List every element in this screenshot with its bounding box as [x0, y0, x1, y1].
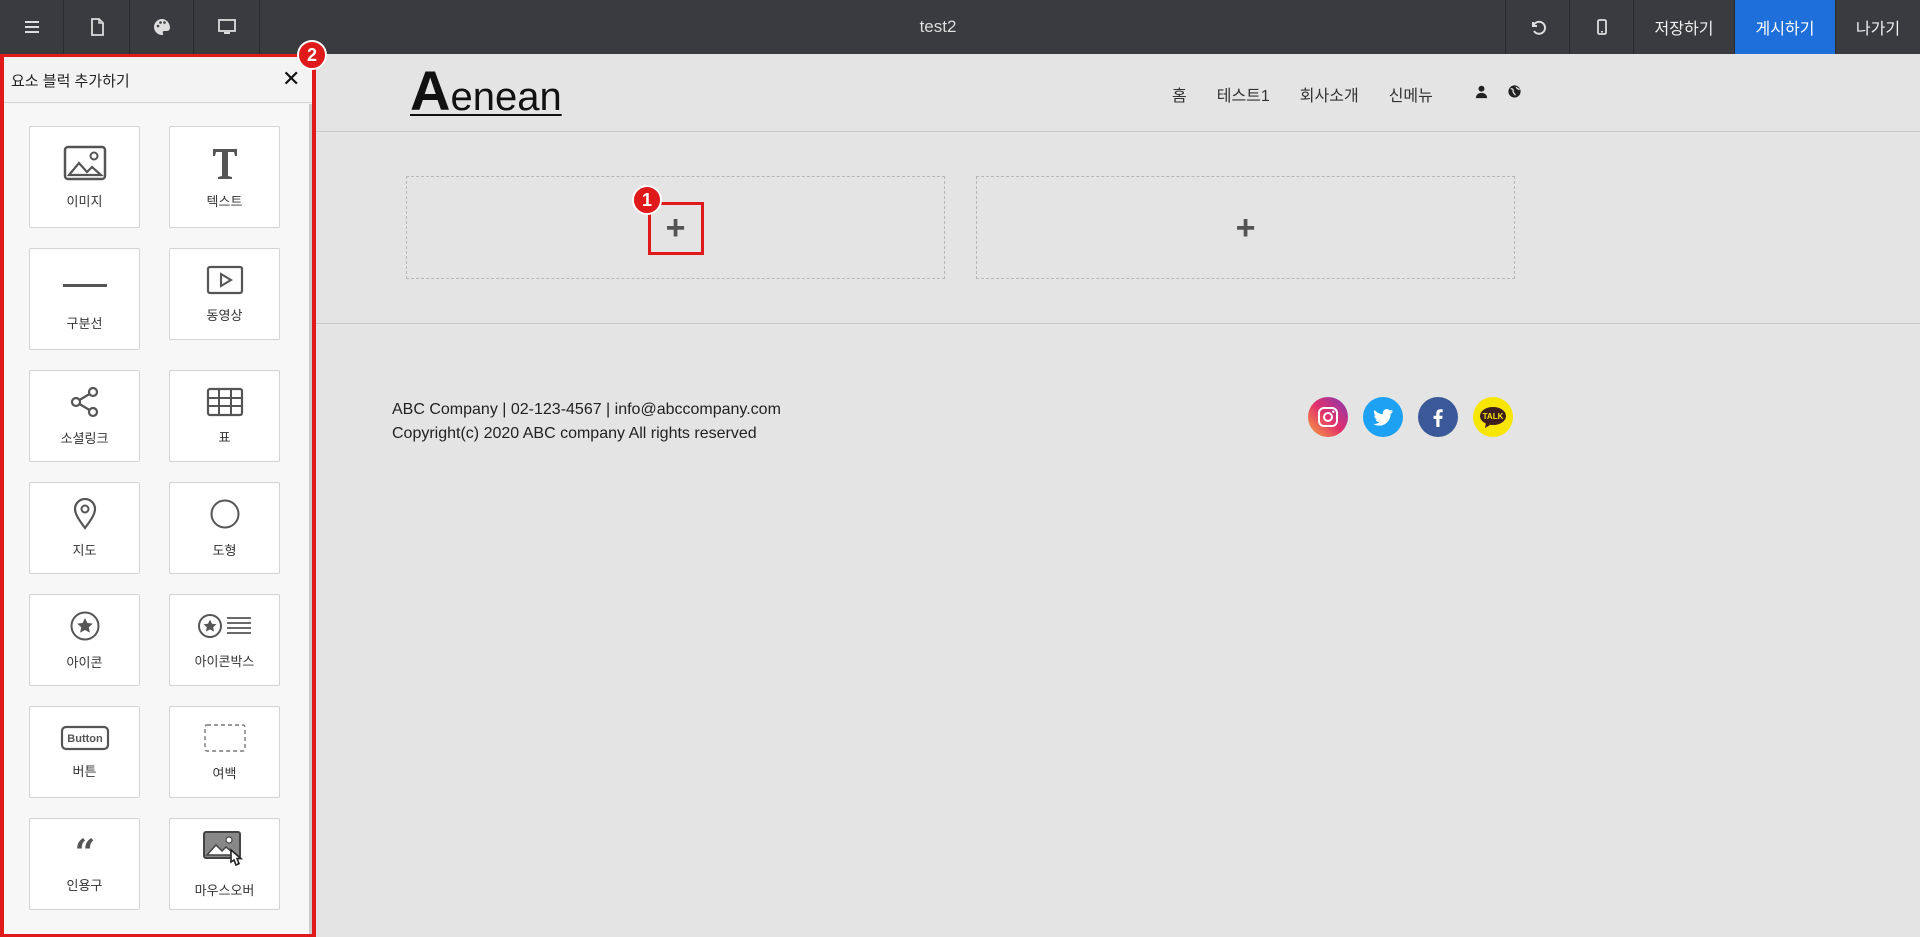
block-tile-divider[interactable]: 구분선 — [29, 248, 140, 350]
svg-text:TALK: TALK — [1483, 412, 1504, 421]
block-tile-table[interactable]: 표 — [169, 370, 280, 462]
block-tile-mouseover[interactable]: 마우스오버 — [169, 818, 280, 910]
facebook-glyph — [1433, 409, 1443, 427]
logo-text: enean — [450, 75, 562, 119]
text-icon — [212, 148, 237, 179]
tile-label: 인용구 — [66, 877, 103, 893]
instagram-icon[interactable] — [1308, 397, 1348, 437]
instagram-glyph — [1318, 407, 1338, 427]
logo-initial: A — [410, 59, 451, 122]
button-icon: Button — [60, 725, 109, 750]
star-icon — [70, 611, 99, 640]
undo-icon — [1531, 20, 1546, 35]
globe-icon[interactable] — [1507, 84, 1522, 99]
nav-item-new-menu[interactable]: 신메뉴 — [1389, 82, 1433, 106]
block-tile-button[interactable]: Button 버튼 — [29, 706, 140, 798]
kakaotalk-glyph: TALK — [1480, 407, 1506, 428]
menu-button[interactable] — [0, 0, 64, 54]
svg-text:“: “ — [74, 835, 95, 865]
add-block-panel: 요소 블럭 추가하기 ✕ 이미지 텍스트 구분선 동영상 소셜링크 표 지도 도… — [0, 54, 316, 937]
tile-label: 동영상 — [206, 307, 243, 323]
close-icon[interactable]: ✕ — [282, 68, 300, 90]
block-tile-icon[interactable]: 아이콘 — [29, 594, 140, 686]
panel-title: 요소 블럭 추가하기 — [11, 73, 130, 90]
footer-copyright: Copyright(c) 2020 ABC company All rights… — [392, 425, 757, 442]
twitter-glyph — [1373, 409, 1393, 426]
footer-contact: ABC Company | 02-123-4567 | info@abccomp… — [392, 401, 781, 418]
tile-label: 소셜링크 — [60, 430, 109, 446]
undo-button[interactable] — [1505, 0, 1569, 54]
map-pin-icon — [73, 497, 96, 530]
tile-label: 구분선 — [66, 315, 103, 331]
tile-label: 마우스오버 — [194, 882, 255, 898]
twitter-icon[interactable] — [1363, 397, 1403, 437]
page-icon — [90, 18, 104, 36]
panel-header: 요소 블럭 추가하기 ✕ — [4, 57, 312, 103]
top-toolbar: test2 저장하기 게시하기 나가기 — [0, 0, 1920, 54]
nav-item-test1[interactable]: 테스트1 — [1217, 82, 1270, 106]
empty-block-slot-right[interactable]: + — [976, 176, 1515, 279]
facebook-icon[interactable] — [1418, 397, 1458, 437]
video-icon — [206, 265, 243, 294]
menu-icon — [24, 21, 39, 33]
quote-icon: “ — [74, 835, 95, 865]
tile-label: 텍스트 — [206, 193, 243, 209]
block-tile-icon-box[interactable]: 아이콘박스 — [169, 594, 280, 686]
nav-icons — [1474, 84, 1522, 99]
palette-icon — [153, 19, 170, 35]
block-tile-map[interactable]: 지도 — [29, 482, 140, 574]
mouseover-icon — [202, 830, 243, 866]
tile-label: 표 — [218, 429, 231, 445]
table-icon — [206, 387, 243, 416]
site-footer: ABC Company | 02-123-4567 | info@abccomp… — [392, 398, 781, 446]
annotation-marker-2: 2 — [297, 40, 327, 70]
mobile-view-button[interactable] — [1569, 0, 1633, 54]
nav-item-home[interactable]: 홈 — [1172, 82, 1187, 106]
spacer-icon — [203, 723, 246, 752]
tile-label: 여백 — [212, 765, 237, 781]
desktop-icon — [217, 19, 236, 34]
tile-label: 아이콘 — [66, 654, 103, 670]
image-icon — [63, 145, 106, 180]
annotation-marker-1: 1 — [632, 185, 662, 215]
site-header: Aenean 홈 테스트1 회사소개 신메뉴 — [316, 54, 1920, 132]
kakaotalk-icon[interactable]: TALK — [1473, 397, 1513, 437]
svg-text:Button: Button — [67, 733, 103, 745]
theme-button[interactable] — [130, 0, 194, 54]
share-icon — [70, 386, 98, 417]
save-button[interactable]: 저장하기 — [1633, 0, 1734, 54]
user-icon[interactable] — [1474, 84, 1489, 99]
publish-button[interactable]: 게시하기 — [1734, 0, 1835, 54]
section-divider — [316, 323, 1920, 324]
exit-button[interactable]: 나가기 — [1835, 0, 1920, 54]
tile-label: 지도 — [72, 542, 97, 558]
icon-box-icon — [197, 613, 251, 638]
block-tile-spacer[interactable]: 여백 — [169, 706, 280, 798]
tile-label: 도형 — [212, 542, 237, 558]
site-logo[interactable]: Aenean — [410, 58, 562, 123]
block-list[interactable]: 이미지 텍스트 구분선 동영상 소셜링크 표 지도 도형 아이콘 아이콘박스 B… — [4, 104, 312, 934]
block-tile-quote[interactable]: “ 인용구 — [29, 818, 140, 910]
circle-icon — [210, 499, 239, 528]
mobile-icon — [1596, 19, 1607, 35]
tile-label: 이미지 — [66, 193, 103, 209]
block-tile-text[interactable]: 텍스트 — [169, 126, 280, 228]
site-nav: 홈 테스트1 회사소개 신메뉴 — [1172, 82, 1433, 106]
block-tile-image[interactable]: 이미지 — [29, 126, 140, 228]
tile-label: 버튼 — [72, 763, 97, 779]
add-block-button-right[interactable]: + — [1236, 211, 1256, 245]
tile-label: 아이콘박스 — [194, 653, 255, 669]
desktop-view-button[interactable] — [194, 0, 260, 54]
nav-item-about[interactable]: 회사소개 — [1300, 82, 1359, 106]
page-button[interactable] — [64, 0, 130, 54]
divider-icon — [62, 283, 107, 287]
block-tile-social-link[interactable]: 소셜링크 — [29, 370, 140, 462]
block-tile-shape[interactable]: 도형 — [169, 482, 280, 574]
block-tile-video[interactable]: 동영상 — [169, 248, 280, 340]
